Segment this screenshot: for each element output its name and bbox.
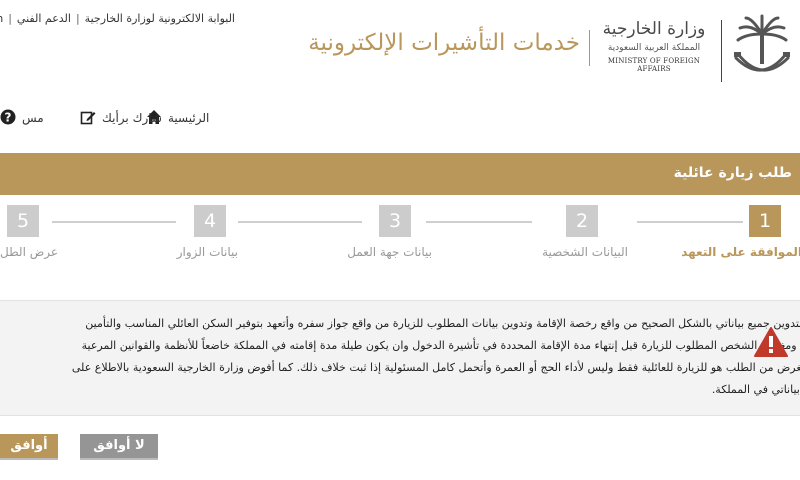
step-connector [426,221,532,223]
ministry-arabic-name: وزارة الخارجية [602,19,706,39]
top-links: البوابة الالكترونية لوزارة الخارجية | ال… [0,8,235,28]
notice-line: أتعهد بتدوين جميع بياناتي بالشكل الصحيح … [85,317,800,330]
step-4-label: بيانات الزوار [176,245,238,259]
undertaking-text: أتعهد بتدوين جميع بياناتي بالشكل الصحيح … [0,313,800,401]
disagree-button[interactable]: لا أوافق [80,434,158,458]
english-link[interactable]: sh [0,12,3,25]
step-1-label: الموافقة على التعهد [681,245,800,259]
support-link[interactable]: الدعم الفني [17,12,71,25]
step-5-number: 5 [7,205,39,237]
help-icon: ? [0,109,16,128]
ministry-english-name: MINISTRY OF FOREIGN AFFAIRS [607,57,701,73]
kingdom-arabic-name: المملكة العربية السعودية [607,43,701,53]
step-connector [52,221,176,223]
undertaking-notice: أتعهد بتدوين جميع بياناتي بالشكل الصحيح … [0,300,800,416]
page-title: طلب زيارة عائلية [673,165,792,181]
step-1-number: 1 [749,205,781,237]
main-nav: الرئيسية شارك برأيك مس ? [0,106,230,130]
svg-text:?: ? [5,110,12,124]
logo-divider [721,20,722,82]
agree-button[interactable]: أوافق [0,434,58,458]
step-2-number: 2 [566,205,598,237]
step-2-label: البيانات الشخصية [542,245,628,259]
service-title: خدمات التأشيرات الإلكترونية [308,30,580,56]
notice-line: الطبي ومغادرة الشخص المطلوب للزيارة قبل … [81,339,800,352]
notice-line: وأن الغرض من الطلب هو للزيارة للعائلية ف… [71,361,800,374]
step-3-label: بيانات جهة العمل [347,245,432,259]
edit-icon [80,109,96,128]
nav-help-label: مس [22,111,44,125]
step-connector [238,221,362,223]
nav-home-label: الرئيسية [168,111,210,125]
step-4-number: 4 [194,205,226,237]
ministry-logo: وزارة الخارجية المملكة العربية السعودية … [598,18,710,73]
step-5-label: عرض الطل [0,245,59,259]
notice-line: سجل بياناتي في المملكة. [711,383,800,396]
warning-icon [754,326,788,358]
header-divider [589,30,590,66]
portal-link[interactable]: البوابة الالكترونية لوزارة الخارجية [85,12,235,25]
page-title-banner: طلب زيارة عائلية [0,153,800,195]
separator: | [75,11,80,25]
step-connector [637,221,743,223]
nav-share-opinion[interactable]: شارك برأيك [80,106,162,130]
separator: | [8,11,12,25]
nav-share-label: شارك برأيك [102,111,162,125]
step-3-number: 3 [379,205,411,237]
nav-help[interactable]: مس ? [0,106,44,130]
saudi-emblem-icon [728,14,796,86]
